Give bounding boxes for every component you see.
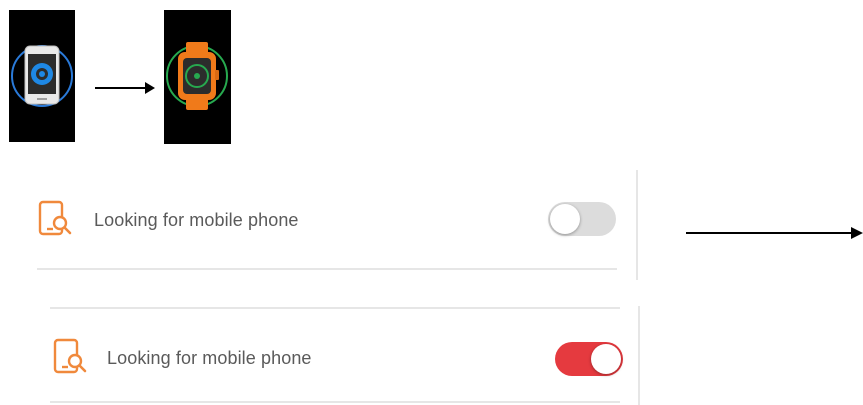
find-phone-toggle[interactable] <box>555 342 623 376</box>
phone-search-icon <box>38 200 72 236</box>
find-phone-toggle[interactable] <box>548 202 616 236</box>
setting-row-find-phone-off[interactable]: Looking for mobile phone <box>30 190 630 250</box>
setting-row-find-phone-on[interactable]: Looking for mobile phone <box>45 328 635 388</box>
row-divider <box>37 268 617 270</box>
row-divider <box>50 401 620 403</box>
transition-arrow <box>686 226 863 240</box>
row-divider <box>50 307 620 309</box>
setting-label: Looking for mobile phone <box>94 210 299 230</box>
setting-label: Looking for mobile phone <box>107 348 312 368</box>
phone-search-icon <box>53 338 87 374</box>
panel-edge <box>638 306 640 405</box>
watch-find-illustration <box>164 10 231 144</box>
transition-arrow <box>95 81 155 95</box>
panel-edge <box>636 170 638 280</box>
toggle-knob <box>550 204 580 234</box>
watch-find-icon <box>166 42 228 110</box>
toggle-knob <box>591 344 621 374</box>
phone-find-icon <box>11 45 73 107</box>
phone-find-illustration <box>9 10 75 142</box>
